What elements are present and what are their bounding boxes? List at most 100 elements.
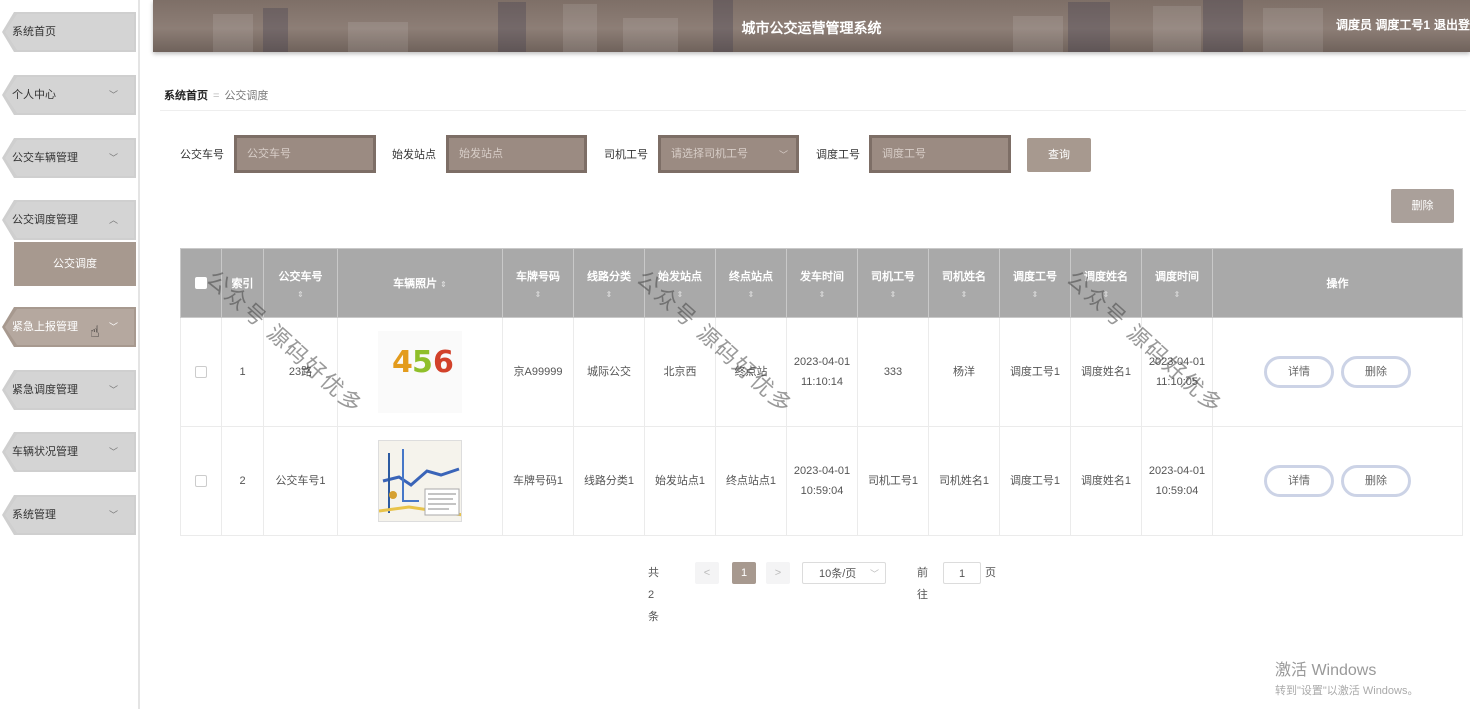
actions-cell: 详情 删除	[1212, 317, 1463, 427]
logout-link[interactable]: 退出登	[1434, 0, 1470, 50]
sort-icon[interactable]: ⇕	[505, 290, 571, 299]
sidebar-item-home[interactable]: 系统首页	[2, 12, 136, 52]
column-header[interactable]: 调度时间 ⇕	[1141, 248, 1213, 318]
dispatch-no-field	[869, 135, 1011, 173]
detail-button[interactable]: 详情	[1263, 465, 1334, 497]
sidebar-item-bus-dispatch[interactable]: 公交调度管理 ︿	[2, 200, 136, 240]
chevron-down-icon: ﹀	[108, 153, 118, 163]
row-delete-button[interactable]: 删除	[1341, 465, 1412, 497]
column-header[interactable]: 线路分类 ⇕	[573, 248, 645, 318]
sort-icon[interactable]: ⇕	[789, 290, 855, 299]
page-size-select[interactable]: 10条/页 ﹀	[802, 562, 886, 584]
sidebar-item-label: 车辆状况管理	[12, 446, 78, 458]
dispatch-name-cell: 调度姓名1	[1070, 317, 1142, 427]
sort-icon[interactable]: ⇕	[1073, 290, 1139, 299]
dispatch-name-cell: 调度姓名1	[1070, 426, 1142, 536]
column-header[interactable]: 终点站点 ⇕	[715, 248, 787, 318]
sidebar-subitem-bus-dispatch[interactable]: 公交调度	[14, 242, 136, 286]
start-station-input[interactable]	[449, 138, 584, 170]
end-station-cell: 终点站	[715, 317, 787, 427]
goto-page-input[interactable]: 1	[943, 562, 981, 584]
goto-label: 前往	[917, 567, 928, 601]
windows-activation-notice: 激活 Windows 转到"设置"以激活 Windows。	[1275, 656, 1419, 698]
column-header: 操作	[1212, 248, 1463, 318]
index-cell: 1	[221, 317, 264, 427]
header-bar: 城市公交运营管理系统 调度员 调度工号1 退出登	[153, 0, 1470, 52]
sidebar-item-bus-vehicle[interactable]: 公交车辆管理 ﹀	[2, 138, 136, 178]
column-header[interactable]: 司机工号 ⇕	[857, 248, 929, 318]
bus-no-field	[234, 135, 376, 173]
app-title: 城市公交运营管理系统	[741, 20, 882, 36]
next-page-button[interactable]: >	[766, 562, 790, 584]
sidebar-item-label: 系统首页	[12, 26, 56, 38]
line-cell: 城际公交	[573, 317, 645, 427]
breadcrumb-current: 公交调度	[224, 90, 269, 102]
query-button[interactable]: 查询	[1027, 138, 1091, 172]
column-header[interactable]: 公交车号 ⇕	[263, 248, 338, 318]
select-all-checkbox[interactable]	[195, 277, 207, 290]
column-header[interactable]: 始发站点 ⇕	[644, 248, 716, 318]
driver-no-select-input[interactable]	[661, 138, 796, 170]
activation-title: 激活 Windows	[1275, 662, 1377, 679]
vehicle-photo[interactable]	[378, 440, 462, 522]
route-map-image	[379, 441, 461, 521]
dispatch-no-label: 调度工号	[816, 149, 860, 161]
delete-button[interactable]: 删除	[1391, 189, 1454, 223]
driver-no-cell: 司机工号1	[857, 426, 929, 536]
breadcrumb-separator: =	[213, 90, 220, 102]
driver-no-select[interactable]: ﹀	[658, 135, 799, 173]
chevron-down-icon: ﹀	[869, 569, 879, 579]
detail-button[interactable]: 详情	[1263, 356, 1334, 388]
sort-icon[interactable]: ⇕	[647, 290, 713, 299]
column-header[interactable]: 车辆照片 ⇕	[337, 248, 503, 318]
column-header[interactable]: 车牌号码 ⇕	[502, 248, 574, 318]
row-delete-button[interactable]: 删除	[1341, 356, 1412, 388]
column-header[interactable]: 发车时间 ⇕	[786, 248, 858, 318]
driver-no-cell: 333	[857, 317, 929, 427]
table-header-row: 索引 公交车号 ⇕ 车辆照片 ⇕ 车牌号码 ⇕ 线路分类 ⇕ 始发站点 ⇕ 终点站点 ⇕ …	[180, 248, 1463, 318]
sort-icon[interactable]: ⇕	[1144, 290, 1210, 299]
sort-icon[interactable]: ⇕	[860, 290, 926, 299]
start-station-label: 始发站点	[392, 149, 436, 161]
sort-icon[interactable]: ⇕	[576, 290, 642, 299]
sidebar-item-label: 公交调度管理	[12, 214, 78, 226]
total-count: 共 2 条	[648, 567, 659, 623]
dispatch-time-cell: 2023-04-01 11:10:05	[1141, 317, 1213, 427]
row-checkbox[interactable]	[195, 475, 207, 488]
sort-icon[interactable]: ⇕	[266, 290, 335, 299]
current-user: 调度员 调度工号1	[1335, 18, 1430, 32]
dispatch-no-input[interactable]	[872, 138, 1008, 170]
sidebar-item-label: 系统管理	[12, 509, 56, 521]
sidebar-item-emergency-report[interactable]: 紧急上报管理 ﹀	[2, 307, 136, 347]
vehicle-photo[interactable]: 456	[378, 331, 462, 413]
bus-no-input[interactable]	[237, 138, 373, 170]
breadcrumb-home[interactable]: 系统首页	[164, 90, 208, 102]
sidebar-item-emergency-dispatch[interactable]: 紧急调度管理 ﹀	[2, 370, 136, 410]
sidebar-item-label: 紧急调度管理	[12, 384, 78, 396]
sidebar-item-personal-center[interactable]: 个人中心 ﹀	[2, 75, 136, 115]
end-station-cell: 终点站点1	[715, 426, 787, 536]
column-header[interactable]: 调度工号 ⇕	[999, 248, 1071, 318]
column-header[interactable]: 司机姓名 ⇕	[928, 248, 1000, 318]
page-number-current[interactable]: 1	[732, 562, 756, 584]
driver-no-label: 司机工号	[604, 149, 648, 161]
sort-icon[interactable]: ⇕	[931, 290, 997, 299]
sidebar-item-vehicle-status[interactable]: 车辆状况管理 ﹀	[2, 432, 136, 472]
sort-icon[interactable]: ⇕	[1002, 290, 1068, 299]
sort-icon[interactable]: ⇕	[718, 290, 784, 299]
sort-icon[interactable]: ⇕	[440, 280, 447, 289]
prev-page-button[interactable]: <	[695, 562, 719, 584]
sidebar: 系统首页 个人中心 ﹀ 公交车辆管理 ﹀ 公交调度管理 ︿ 公交调度 紧急上报管…	[0, 0, 140, 709]
chevron-up-icon: ︿	[108, 215, 118, 225]
dispatch-no-cell: 调度工号1	[999, 317, 1071, 427]
photo-cell: 456	[337, 317, 503, 427]
sidebar-item-system[interactable]: 系统管理 ﹀	[2, 495, 136, 535]
column-header[interactable]: 调度姓名 ⇕	[1070, 248, 1142, 318]
bus-no-cell: 公交车号1	[263, 426, 338, 536]
start-station-field	[446, 135, 587, 173]
row-checkbox[interactable]	[195, 366, 207, 379]
chevron-down-icon: ﹀	[108, 385, 118, 395]
page-unit-label: 页	[985, 567, 996, 579]
actions-cell: 详情 删除	[1212, 426, 1463, 536]
chevron-down-icon: ﹀	[108, 322, 118, 332]
